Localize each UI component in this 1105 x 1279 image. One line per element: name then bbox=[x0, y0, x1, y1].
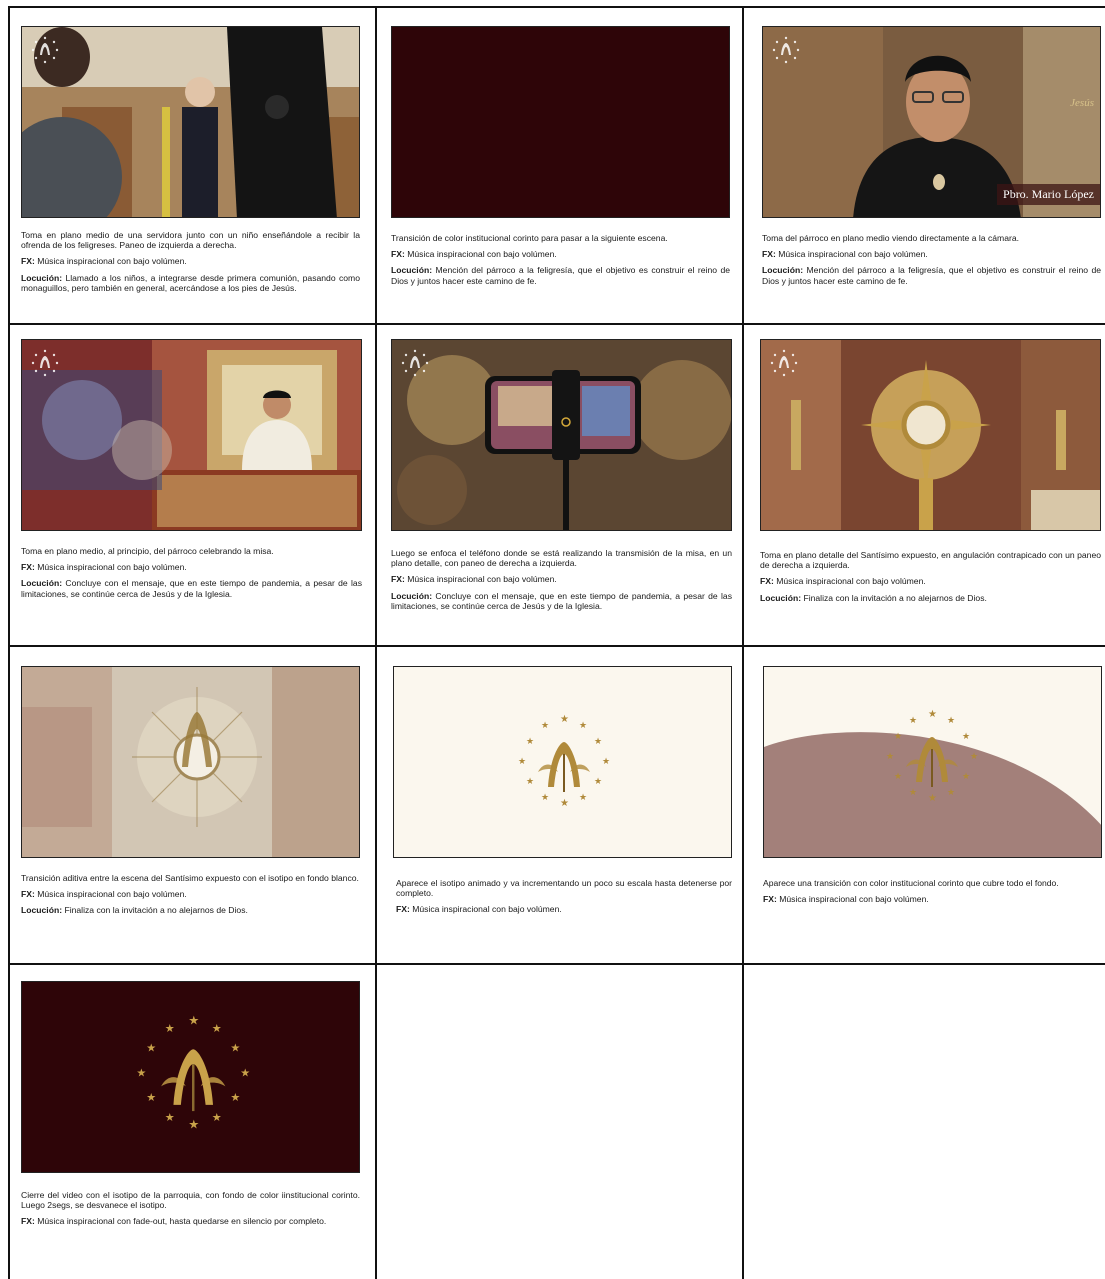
scene-description-5: Luego se enfoca el teléfono donde se est… bbox=[391, 548, 732, 611]
svg-text:★: ★ bbox=[909, 716, 917, 726]
svg-text:★: ★ bbox=[594, 777, 602, 787]
scene-image-misa bbox=[21, 339, 362, 531]
scene-description-6: Toma en plano detalle del Santísimo expu… bbox=[760, 550, 1101, 603]
svg-text:★: ★ bbox=[188, 1014, 199, 1028]
svg-text:★: ★ bbox=[947, 788, 955, 798]
svg-text:★: ★ bbox=[230, 1042, 240, 1055]
svg-text:★: ★ bbox=[894, 772, 902, 782]
column-divider bbox=[742, 6, 744, 1279]
svg-text:★: ★ bbox=[526, 737, 534, 747]
svg-text:★: ★ bbox=[894, 732, 902, 742]
scene-description-9: Aparece una transición con color institu… bbox=[763, 878, 1059, 905]
row-divider bbox=[8, 963, 1105, 965]
isotipo-icon bbox=[31, 36, 59, 64]
scene-image-transicion-aditiva bbox=[21, 666, 360, 858]
svg-text:★: ★ bbox=[518, 757, 526, 767]
svg-text:★: ★ bbox=[928, 709, 937, 720]
scene-image-corinto-transition bbox=[391, 26, 730, 218]
svg-text:★: ★ bbox=[541, 721, 549, 731]
svg-text:★: ★ bbox=[146, 1091, 156, 1104]
scene-image-transicion-corinto: ★ ★ ★ ★ ★ ★ ★ ★ ★ ★ ★ ★ bbox=[763, 666, 1102, 858]
svg-text:★: ★ bbox=[970, 752, 978, 762]
lower-third-caption: Pbro. Mario López bbox=[997, 184, 1100, 205]
sign-text: Jesús bbox=[1070, 97, 1094, 109]
scene-image-parroco: Jesús Pbro. Mario López bbox=[762, 26, 1101, 218]
scene-image-cierre-isotipo: ★ ★ ★ ★ ★ ★ ★ ★ ★ ★ ★ ★ bbox=[21, 981, 360, 1173]
isotipo-icon bbox=[772, 36, 800, 64]
scene-description-10: Cierre del video con el isotipo de la pa… bbox=[21, 1190, 360, 1227]
isotipo-icon bbox=[770, 349, 798, 377]
svg-text:★: ★ bbox=[947, 716, 955, 726]
svg-text:★: ★ bbox=[146, 1042, 156, 1055]
svg-text:★: ★ bbox=[541, 793, 549, 803]
isotipo-icon: ★ ★ ★ ★ ★ ★ ★ ★ ★ ★ ★ ★ bbox=[886, 709, 978, 804]
scene-description-3: Toma del párroco en plano medio viendo d… bbox=[762, 233, 1101, 286]
svg-text:★: ★ bbox=[579, 721, 587, 731]
svg-text:★: ★ bbox=[212, 1022, 222, 1035]
svg-text:★: ★ bbox=[579, 793, 587, 803]
svg-text:★: ★ bbox=[560, 798, 569, 809]
scene-image-isotipo-fondo-blanco: ★ ★ ★ ★ ★ ★ ★ ★ ★ ★ ★ ★ bbox=[393, 666, 732, 858]
scene-description-8: Aparece el isotipo animado y va incremen… bbox=[396, 878, 732, 915]
svg-text:★: ★ bbox=[962, 732, 970, 742]
svg-text:★: ★ bbox=[230, 1091, 240, 1104]
svg-text:★: ★ bbox=[962, 772, 970, 782]
scene-image-telefono bbox=[391, 339, 732, 531]
isotipo-icon: ★ ★ ★ ★ ★ ★ ★ ★ ★ ★ ★ ★ bbox=[136, 1014, 250, 1132]
column-divider bbox=[375, 6, 377, 1279]
svg-text:★: ★ bbox=[602, 757, 610, 767]
svg-text:★: ★ bbox=[165, 1111, 175, 1124]
svg-text:★: ★ bbox=[240, 1066, 250, 1079]
scene-description-1: Toma en plano medio de una servidora jun… bbox=[21, 230, 360, 293]
scene-image-servidora bbox=[21, 26, 360, 218]
svg-text:★: ★ bbox=[928, 793, 937, 804]
isotipo-icon bbox=[401, 349, 429, 377]
svg-text:★: ★ bbox=[560, 714, 569, 725]
scene-image-santisimo bbox=[760, 339, 1101, 531]
scene-description-4: Toma en plano medio, al principio, del p… bbox=[21, 546, 362, 599]
svg-text:★: ★ bbox=[165, 1022, 175, 1035]
svg-text:★: ★ bbox=[594, 737, 602, 747]
svg-text:★: ★ bbox=[526, 777, 534, 787]
isotipo-icon bbox=[31, 349, 59, 377]
svg-text:★: ★ bbox=[909, 788, 917, 798]
row-divider bbox=[8, 323, 1105, 325]
svg-text:★: ★ bbox=[136, 1066, 146, 1079]
svg-text:★: ★ bbox=[886, 752, 894, 762]
isotipo-icon: ★ ★ ★ ★ ★ ★ ★ ★ ★ ★ ★ ★ bbox=[518, 714, 610, 809]
svg-text:★: ★ bbox=[188, 1117, 199, 1131]
scene-description-7: Transición aditiva entre la escena del S… bbox=[21, 873, 359, 916]
svg-text:★: ★ bbox=[212, 1111, 222, 1124]
row-divider bbox=[8, 645, 1105, 647]
scene-description-2: Transición de color institucional corint… bbox=[391, 233, 730, 286]
